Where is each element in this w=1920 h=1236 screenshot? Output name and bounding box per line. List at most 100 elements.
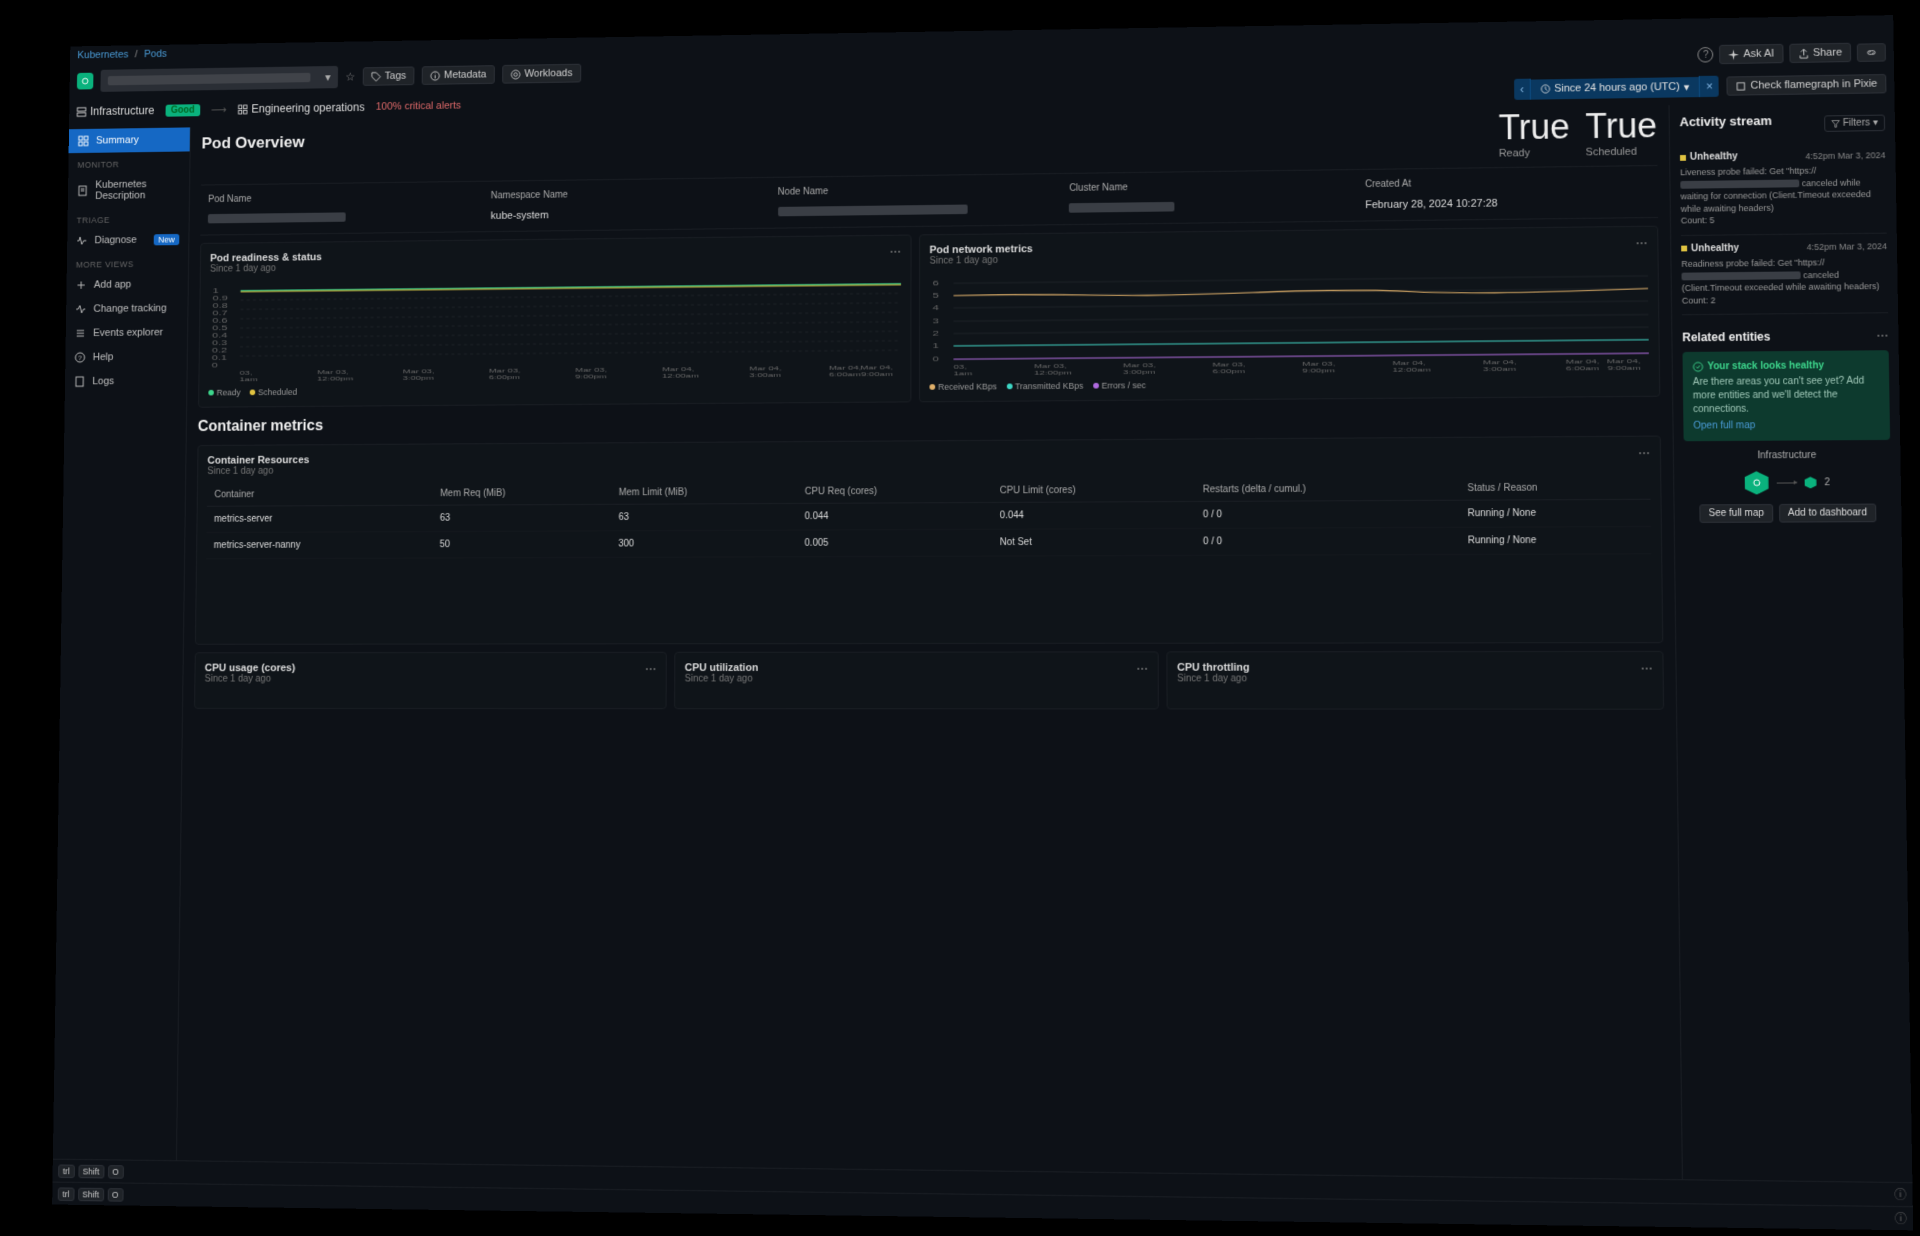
grid-icon	[78, 135, 89, 146]
add-to-dashboard-button[interactable]: Add to dashboard	[1779, 504, 1876, 523]
table-header[interactable]: Container	[207, 483, 433, 506]
svg-text:6:00am: 6:00am	[829, 371, 861, 378]
svg-text:12:00am: 12:00am	[1392, 366, 1431, 373]
sidebar-item-label: Diagnose	[94, 234, 136, 246]
svg-text:12:00am: 12:00am	[662, 372, 699, 379]
time-range-prev[interactable]: ‹	[1514, 79, 1531, 100]
chart-legend: Received KBps Transmitted KBps Errors / …	[929, 376, 1649, 391]
see-full-map-button[interactable]: See full map	[1700, 504, 1774, 523]
svg-text:3:00am: 3:00am	[1483, 366, 1517, 373]
breadcrumb-leaf[interactable]: Pods	[144, 48, 167, 59]
redacted-text	[108, 73, 311, 86]
table-header[interactable]: Restarts (delta / cumul.)	[1195, 477, 1460, 501]
svg-text:12:00pm: 12:00pm	[317, 375, 354, 382]
key-chip: Shift	[78, 1164, 104, 1178]
svg-text:9:00am: 9:00am	[861, 371, 893, 378]
sidebar-item-help[interactable]: ? Help	[65, 344, 187, 369]
flamegraph-button[interactable]: Check flamegraph in Pixie	[1727, 74, 1887, 96]
event-item[interactable]: Unhealthy 4:52pm Mar 3, 2024 Readiness p…	[1681, 234, 1888, 316]
sidebar-item-diagnose[interactable]: Diagnose New	[67, 227, 189, 253]
sidebar-heading: MORE VIEWS	[67, 251, 189, 273]
status-badge: Good	[165, 104, 200, 117]
critical-alerts[interactable]: 100% critical alerts	[376, 100, 461, 112]
table-header[interactable]: CPU Req (cores)	[797, 480, 992, 503]
sidebar-heading: TRIAGE	[67, 207, 188, 229]
svg-text:3:00pm: 3:00pm	[1123, 369, 1156, 376]
workloads-button[interactable]: Workloads	[502, 64, 581, 84]
svg-text:0.6: 0.6	[212, 317, 227, 324]
event-item[interactable]: Unhealthy 4:52pm Mar 3, 2024 Liveness pr…	[1680, 142, 1887, 236]
sidebar-item-change-tracking[interactable]: Change tracking	[66, 296, 188, 321]
filter-icon	[1831, 119, 1840, 128]
activity-title: Activity stream	[1679, 113, 1771, 129]
infra-graph[interactable]: 2	[1684, 471, 1891, 496]
cpu-throttling-card: CPU throttling Since 1 day ago ⋯	[1166, 651, 1664, 710]
info-cluster-name: Cluster Name	[1061, 170, 1357, 224]
card-menu-icon[interactable]: ⋯	[645, 662, 656, 675]
info-icon[interactable]: ⓘ	[1895, 1210, 1907, 1227]
table-header[interactable]: CPU Limit (cores)	[992, 479, 1195, 503]
server-icon	[76, 106, 86, 116]
sidebar-item-events-explorer[interactable]: Events explorer	[66, 320, 188, 345]
sidebar-item-summary[interactable]: Summary	[69, 127, 190, 153]
redacted-text	[1681, 272, 1800, 281]
table-header[interactable]: Status / Reason	[1459, 476, 1650, 500]
redacted-text	[778, 205, 968, 217]
filters-button[interactable]: Filters ▾	[1824, 115, 1885, 132]
pulse-icon	[76, 235, 87, 246]
star-icon[interactable]: ☆	[345, 70, 355, 83]
main-content: Pod Overview True Ready True Scheduled	[177, 105, 1682, 1179]
tags-button[interactable]: Tags	[362, 66, 414, 85]
svg-text:0: 0	[933, 356, 939, 363]
related-menu-icon[interactable]: ⋯	[1876, 329, 1888, 343]
sidebar-item-label: Summary	[96, 135, 139, 147]
metadata-button[interactable]: Metadata	[422, 65, 495, 85]
key-chip: trl	[58, 1164, 74, 1178]
sidebar: Summary MONITOR Kubernetes Description T…	[53, 127, 191, 1160]
table-row[interactable]: metrics-server-nanny 50 300 0.005 Not Se…	[206, 527, 1651, 559]
link-button[interactable]	[1857, 43, 1886, 62]
eng-ops-label[interactable]: Engineering operations	[238, 101, 365, 116]
chart-menu-icon[interactable]: ⋯	[890, 245, 901, 258]
time-range-close[interactable]: ×	[1699, 76, 1719, 97]
svg-text:5: 5	[933, 292, 939, 299]
chart-subtitle: Since 1 day ago	[210, 263, 322, 274]
metadata-label: Metadata	[444, 69, 487, 81]
svg-text:9:00pm: 9:00pm	[575, 373, 607, 380]
status-square-icon	[1680, 155, 1686, 161]
readiness-chart[interactable]: 1 0.9 0.8 0.7 0.6 0.5 0.4 0.3 0.2 0.1	[208, 274, 901, 384]
ask-ai-label: Ask AI	[1743, 48, 1774, 60]
chart-menu-icon[interactable]: ⋯	[1636, 236, 1648, 250]
help-icon[interactable]: ?	[1698, 47, 1714, 63]
logo-icon[interactable]	[77, 73, 94, 90]
ask-ai-button[interactable]: Ask AI	[1719, 44, 1783, 64]
sidebar-item-k8s-description[interactable]: Kubernetes Description	[68, 172, 190, 209]
network-chart[interactable]: 6 5 4 3 2 1 0	[929, 266, 1649, 378]
new-badge: New	[154, 234, 180, 245]
table-header[interactable]: Mem Req (MiB)	[433, 482, 612, 505]
hero-stat-scheduled: True Scheduled	[1585, 105, 1657, 158]
card-menu-icon[interactable]: ⋯	[1641, 662, 1653, 676]
flame-icon	[1736, 81, 1747, 92]
chevron-down-icon: ▾	[1684, 80, 1690, 93]
open-full-map-link[interactable]: Open full map	[1693, 420, 1880, 432]
sidebar-item-label: Kubernetes Description	[95, 178, 180, 201]
card-menu-icon[interactable]: ⋯	[1136, 662, 1148, 676]
share-label: Share	[1813, 47, 1842, 59]
chart-title: Pod network metrics	[930, 244, 1033, 257]
svg-text:0: 0	[212, 362, 218, 369]
share-button[interactable]: Share	[1789, 43, 1851, 63]
check-circle-icon	[1693, 362, 1704, 373]
container-resources-card: Container Resources Since 1 day ago ⋯ Co…	[195, 436, 1663, 645]
sidebar-item-logs[interactable]: Logs	[65, 369, 187, 394]
info-pod-name: Pod Name	[200, 182, 483, 235]
breadcrumb-root[interactable]: Kubernetes	[77, 49, 128, 61]
info-icon[interactable]: ⓘ	[1894, 1186, 1906, 1203]
grid-icon	[238, 104, 248, 114]
sidebar-item-add-app[interactable]: Add app	[66, 272, 188, 297]
card-menu-icon[interactable]: ⋯	[1638, 446, 1650, 460]
tag-icon	[371, 71, 381, 81]
entity-selector[interactable]: ▾	[100, 66, 338, 92]
time-range-button[interactable]: Since 24 hours ago (UTC) ▾	[1531, 76, 1700, 99]
table-header[interactable]: Mem Limit (MiB)	[611, 481, 797, 504]
